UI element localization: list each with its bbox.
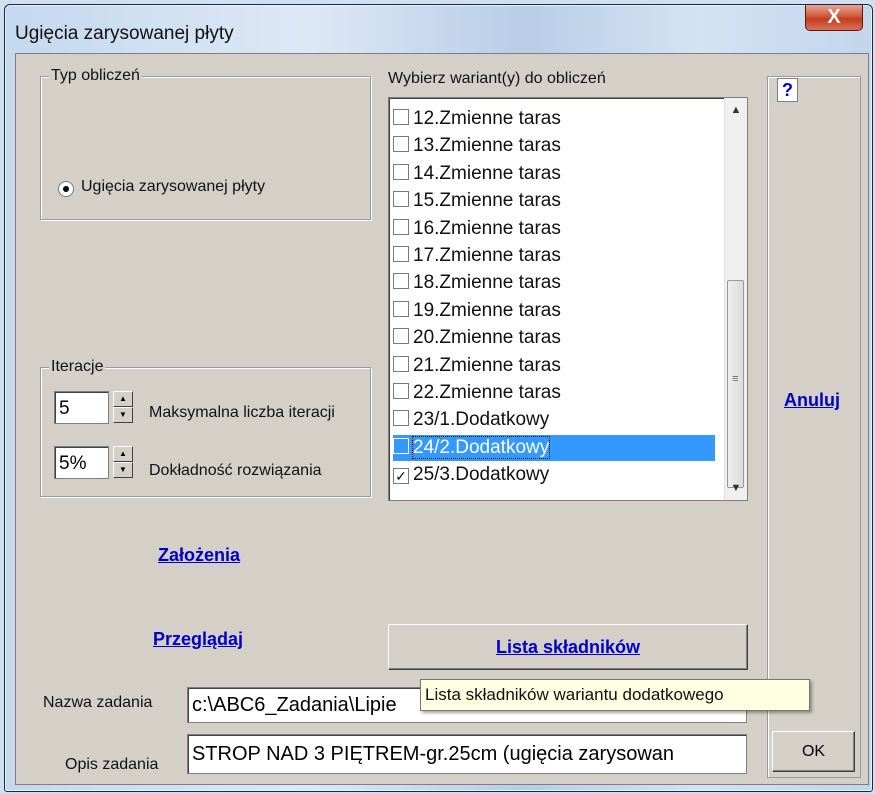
variant-list-item[interactable]: 22.Zmienne taras [393,380,715,406]
cancel-link[interactable]: Anuluj [784,390,840,411]
variant-label: 15.Zmienne taras [413,190,561,212]
max-iterations-up-button[interactable]: ▲ [113,391,133,407]
variant-checkbox[interactable]: ✓ [393,468,409,485]
max-iterations-down-button[interactable]: ▼ [113,407,133,423]
variant-label: 25/3.Dodatkowy [413,464,550,486]
variant-label: 19.Zmienne taras [413,299,561,321]
variant-label: 17.Zmienne taras [413,245,561,266]
variant-checkbox[interactable] [393,437,409,454]
variant-checkbox[interactable] [393,273,409,290]
variant-checkbox[interactable] [393,328,409,345]
variant-label: 13.Zmienne taras [413,135,561,157]
task-desc-label: Opis zadania [65,756,159,773]
variant-checkbox[interactable] [393,218,409,235]
components-list-button[interactable]: Lista składników [388,624,748,670]
dialog-client-area: Typ obliczeń Ugięcia zarysowanej płyty I… [15,53,869,785]
variant-list-item[interactable]: 16.Zmienne taras [393,216,715,242]
tooltip: Lista składników wariantu dodatkowego [420,679,810,711]
variant-label: 21.Zmienne taras [413,354,561,376]
variant-list-item[interactable]: ✓ 25/3.Dodatkowy [393,462,715,488]
accuracy-down-button[interactable]: ▼ [113,462,133,478]
close-button[interactable]: X [805,5,863,31]
max-iterations-input[interactable]: 5 [54,391,109,424]
variant-checkbox[interactable] [393,163,409,180]
variant-label: 16.Zmienne taras [413,217,561,239]
variant-label: 22.Zmienne taras [413,382,561,403]
variant-list-item[interactable]: 17.Zmienne taras [393,243,715,269]
accuracy-up-button[interactable]: ▲ [113,446,133,462]
variant-checkbox[interactable] [393,109,409,125]
variant-checkbox[interactable] [393,383,409,399]
variant-checkbox[interactable] [393,410,409,427]
calc-type-radio[interactable] [58,181,74,197]
calc-type-group-label: Typ obliczeń [49,67,142,85]
help-button[interactable]: ? [777,78,798,102]
variant-list-item[interactable]: 18.Zmienne taras [393,270,715,296]
max-iterations-label: Maksymalna liczba iteracji [149,404,335,421]
variant-list-item[interactable]: 13.Zmienne taras [393,133,715,159]
calc-type-radio-label: Ugięcia zarysowanej płyty [81,178,266,195]
calc-type-group: Typ obliczeń Ugięcia zarysowanej płyty [40,67,371,220]
variant-checkbox[interactable] [393,300,409,317]
variant-list-item[interactable]: 23/1.Dodatkowy [393,407,715,433]
task-desc-field[interactable]: STROP NAD 3 PIĘTREM-gr.25cm (ugięcia zar… [187,734,747,774]
variants-label: Wybierz wariant(y) do obliczeń [388,70,606,87]
variant-label: 12.Zmienne taras [413,108,561,129]
accuracy-input[interactable]: 5% [54,446,109,479]
task-name-label: Nazwa zadania [43,694,153,711]
variant-list-item[interactable]: 19.Zmienne taras [393,298,715,324]
dialog-window: Ugięcia zarysowanej płyty X Typ obliczeń… [4,4,873,792]
browse-link[interactable]: Przeglądaj [153,629,243,650]
variant-list-item[interactable]: 21.Zmienne taras [393,353,715,379]
variant-checkbox[interactable] [393,136,409,153]
assumptions-link[interactable]: Założenia [158,545,240,566]
scroll-up-icon[interactable]: ▲ [725,98,747,122]
variant-list-item[interactable]: 14.Zmienne taras [393,161,715,187]
variant-list-item[interactable]: 15.Zmienne taras [393,188,715,214]
variant-list-item[interactable]: 12.Zmienne taras [393,106,715,132]
grip-icon: ≡ [732,373,739,385]
scroll-down-icon[interactable]: ▼ [725,476,747,500]
iteration-group: Iteracje 5 ▲ ▼ Maksymalna liczba iteracj… [40,358,371,497]
variant-checkbox[interactable] [393,355,409,372]
variant-label: 23/1.Dodatkowy [413,409,550,431]
variant-label: 24/2.Dodatkowy [411,435,551,459]
variant-label: 14.Zmienne taras [413,162,561,184]
right-button-panel [767,76,861,778]
variant-checkbox[interactable] [393,191,409,208]
accuracy-label: Dokładność rozwiązania [149,462,322,479]
variant-list-item[interactable]: 24/2.Dodatkowy [393,434,715,461]
window-title: Ugięcia zarysowanej płyty [15,23,234,44]
ok-button[interactable]: OK [772,731,855,772]
variant-label: 18.Zmienne taras [413,272,561,294]
variant-label: 20.Zmienne taras [413,327,561,349]
scroll-thumb[interactable]: ≡ [727,280,744,488]
variants-scrollbar[interactable]: ▲ ≡ ▼ [724,98,747,500]
variants-listbox[interactable]: 12.Zmienne taras 13.Zmienne taras 14.Zmien… [388,97,748,501]
variant-list-item[interactable]: 20.Zmienne taras [393,325,715,351]
iteration-group-label: Iteracje [49,358,106,376]
variant-checkbox[interactable] [393,246,409,262]
components-list-button-label: Lista składników [495,637,641,657]
